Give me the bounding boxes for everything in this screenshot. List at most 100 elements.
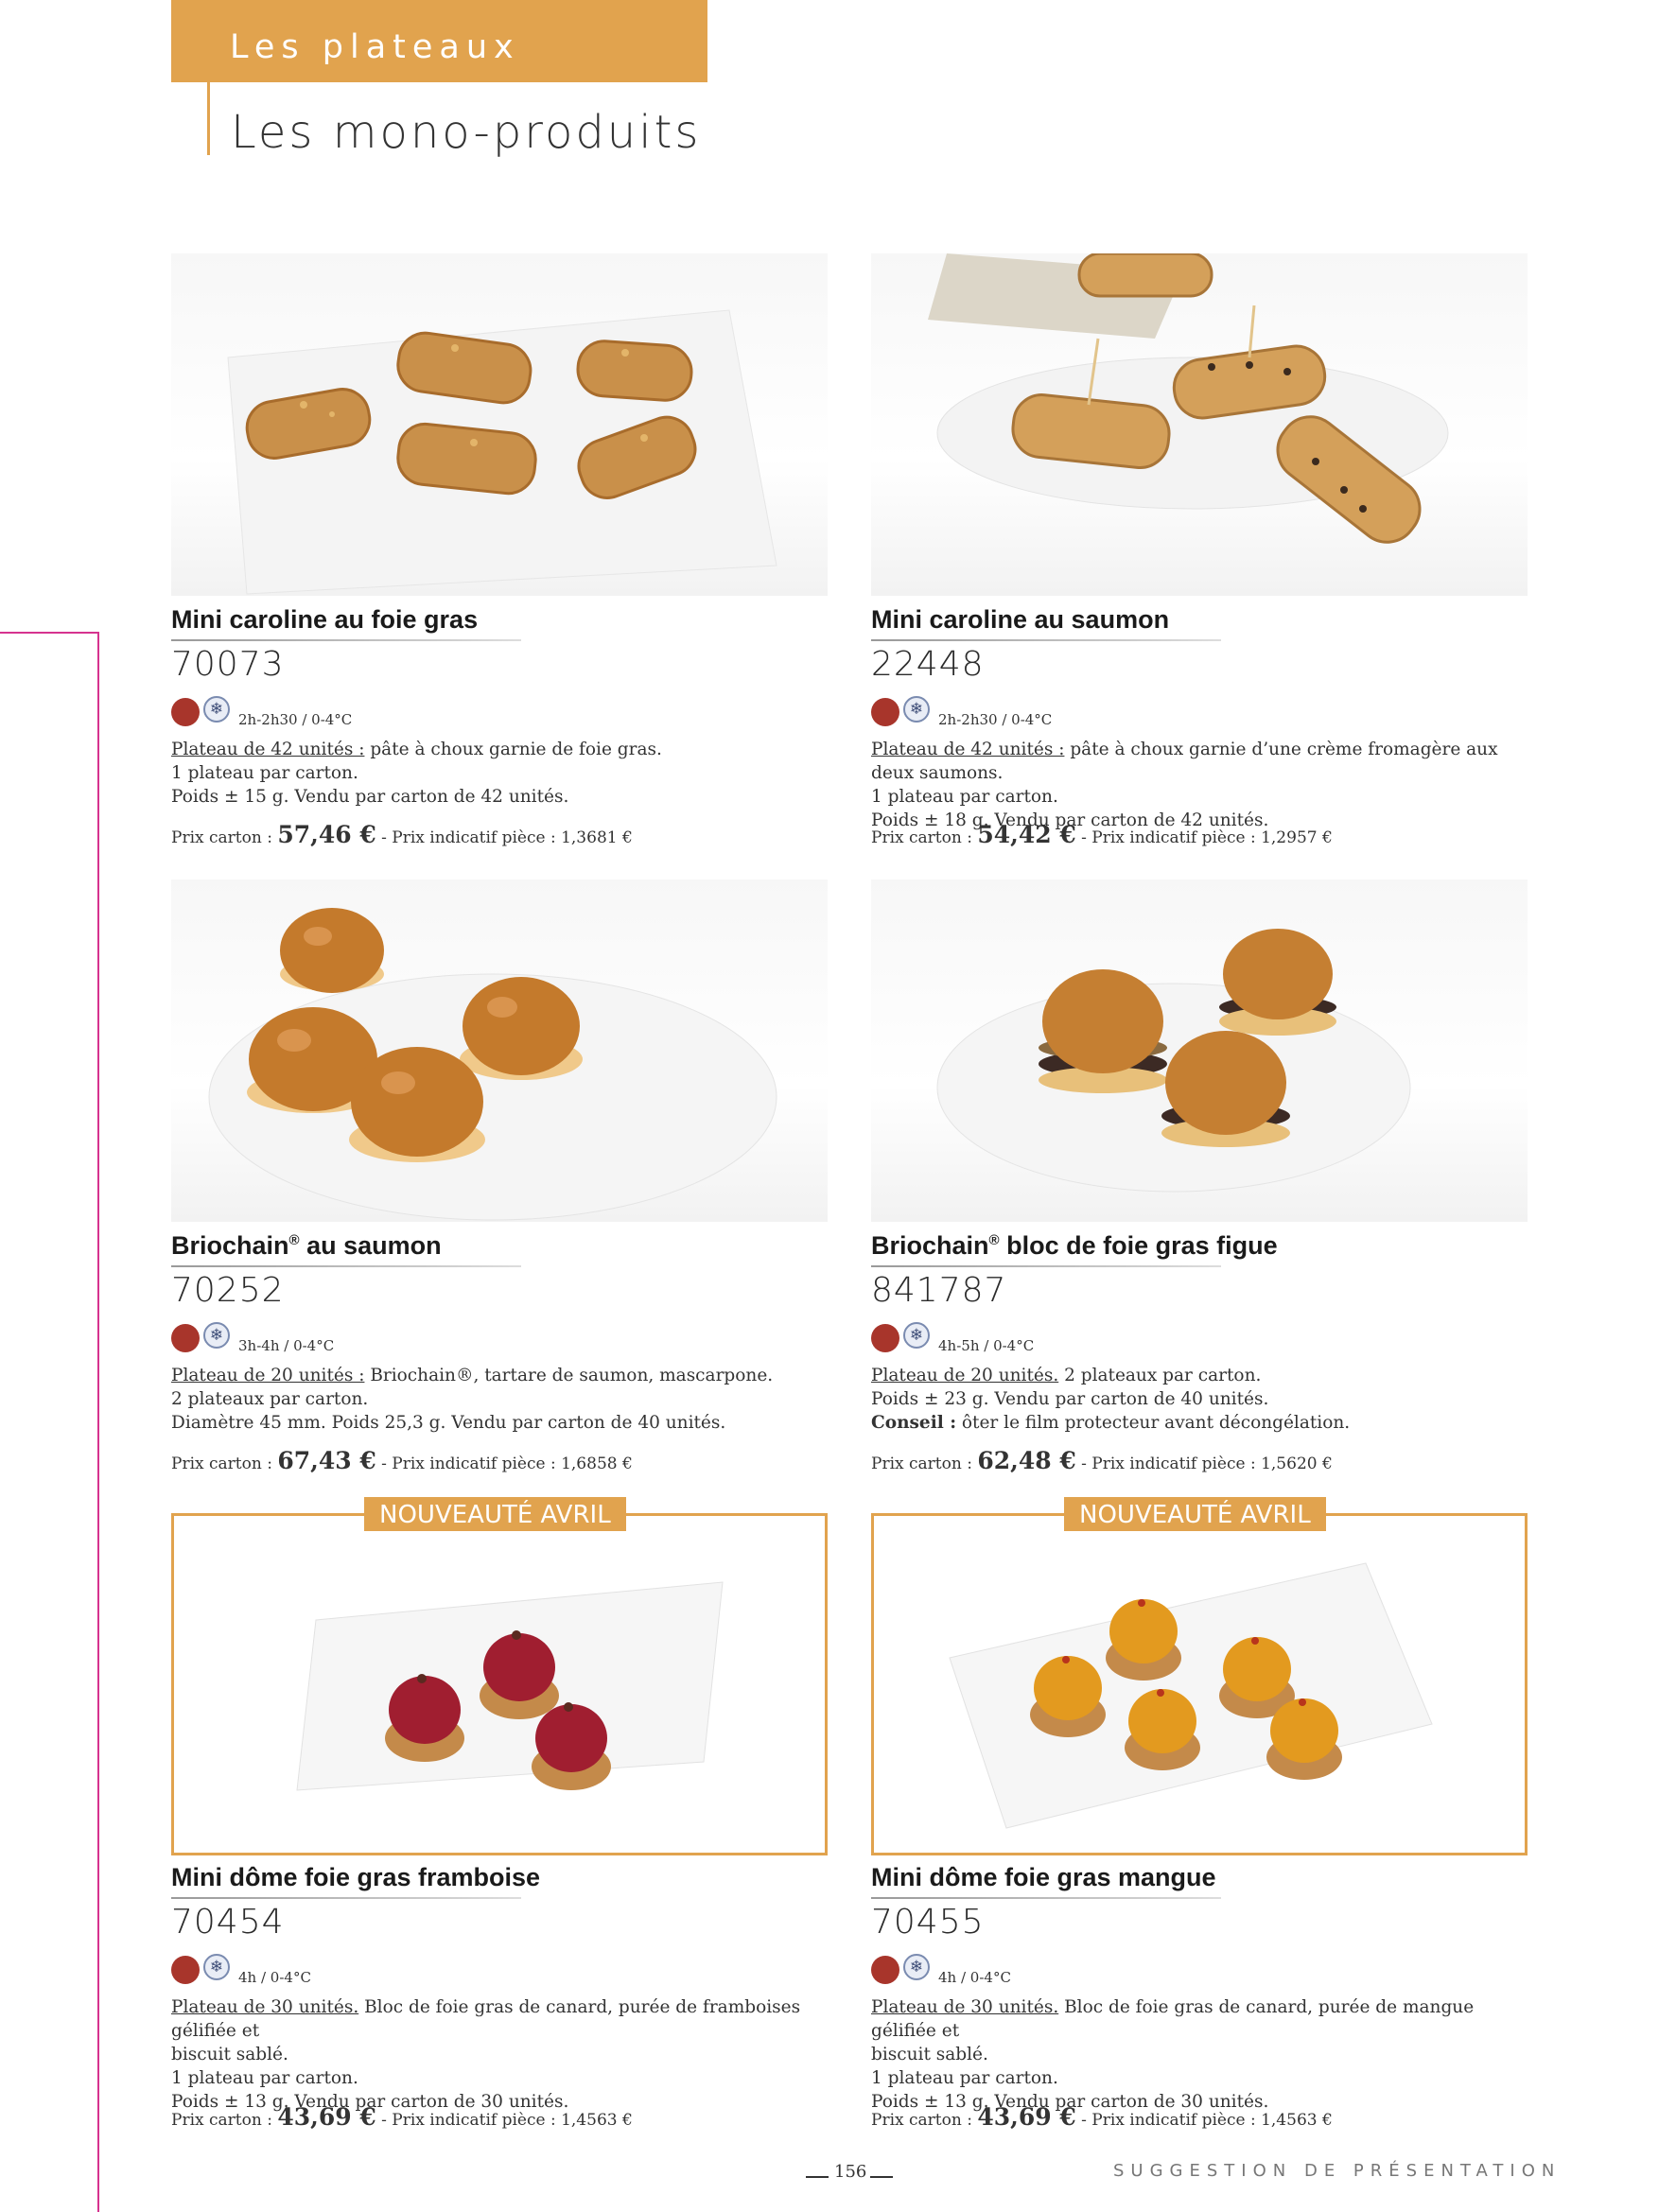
title-accent-bar — [207, 82, 210, 155]
product-description: Plateau de 30 unités. Bloc de foie gras … — [871, 1995, 1533, 2114]
new-product-frame — [871, 1513, 1528, 1855]
desc-line: Poids ± 23 g. Vendu par carton de 40 uni… — [871, 1389, 1269, 1409]
new-product-frame — [171, 1513, 828, 1855]
price-line: Prix carton : 67,43 € - Prix indicatif p… — [171, 1447, 633, 1474]
thaw-time: 2h-2h30 / 0-4°C — [938, 711, 1053, 728]
thaw-time: 4h / 0-4°C — [938, 1969, 1011, 1986]
plateau-label: Plateau de 42 unités : — [171, 740, 365, 759]
fresh-dot-icon — [171, 698, 200, 726]
price-line: Prix carton : 57,46 € - Prix indicatif p… — [171, 821, 633, 848]
product-description: Plateau de 30 unités. Bloc de foie gras … — [171, 1995, 833, 2114]
unit-price: - Prix indicatif pièce : 1,4563 € — [1075, 2111, 1333, 2130]
desc-line: Poids ± 15 g. Vendu par carton de 42 uni… — [171, 787, 569, 807]
name-divider — [171, 1265, 521, 1267]
name-divider — [171, 1897, 521, 1899]
product-photo-briochain-foie-gras-figue — [871, 880, 1528, 1222]
fresh-dot-icon — [871, 1324, 899, 1352]
price-label: Prix carton : — [871, 1454, 978, 1473]
composition: pâte à choux garnie de foie gras. — [364, 740, 662, 759]
snowflake-icon: ❄ — [903, 696, 930, 723]
product-code: 70454 — [171, 1903, 285, 1942]
presentation-note: SUGGESTION DE PRÉSENTATION — [1113, 2161, 1562, 2181]
desc-line: 1 plateau par carton. — [171, 763, 358, 783]
product-name: Mini dôme foie gras framboise — [171, 1863, 541, 1891]
product-name: Mini caroline au foie gras — [171, 605, 479, 634]
snowflake-icon: ❄ — [903, 1954, 930, 1980]
advice-label: Conseil : — [871, 1413, 957, 1433]
price-line: Prix carton : 43,69 € - Prix indicatif p… — [871, 2103, 1333, 2131]
product-code: 70455 — [871, 1903, 985, 1942]
name-divider — [871, 1265, 1221, 1267]
product-description: Plateau de 20 unités : Briochain®, tarta… — [171, 1364, 833, 1435]
price-value: 43,69 € — [277, 2103, 376, 2131]
product-name: Briochain® bloc de foie gras figue — [871, 1231, 1278, 1260]
product-description: Plateau de 42 unités : pâte à choux garn… — [871, 738, 1533, 832]
product-name: Briochain® au saumon — [171, 1231, 442, 1260]
unit-price: - Prix indicatif pièce : 1,2957 € — [1075, 828, 1333, 847]
plateau-label: Plateau de 20 unités. — [871, 1366, 1059, 1385]
snowflake-icon: ❄ — [203, 1322, 230, 1349]
composition: 2 plateaux par carton. — [1058, 1366, 1262, 1385]
price-label: Prix carton : — [871, 828, 978, 847]
plateau-label: Plateau de 30 unités. — [871, 1997, 1059, 2017]
section-header: Les plateaux — [171, 0, 707, 82]
page-margin-rule-top — [0, 632, 99, 634]
product-description: Plateau de 42 unités : pâte à choux garn… — [171, 738, 833, 809]
price-label: Prix carton : — [871, 2111, 978, 2130]
plateau-label: Plateau de 20 unités : — [171, 1366, 365, 1385]
page-number: 156 — [834, 2162, 867, 2182]
product-photo-caroline-saumon — [871, 253, 1528, 596]
price-value: 62,48 € — [977, 1447, 1076, 1474]
price-value: 67,43 € — [277, 1447, 376, 1474]
unit-price: - Prix indicatif pièce : 1,5620 € — [1075, 1454, 1333, 1473]
price-label: Prix carton : — [171, 1454, 278, 1473]
new-badge: NOUVEAUTÉ AVRIL — [364, 1497, 626, 1531]
advice-text: ôter le film protecteur avant décongélat… — [956, 1413, 1351, 1433]
page-margin-rule — [97, 632, 99, 2212]
price-value: 43,69 € — [977, 2103, 1076, 2131]
fresh-dot-icon — [871, 1956, 899, 1984]
fresh-dot-icon — [871, 698, 899, 726]
desc-line: biscuit sablé. — [171, 2045, 288, 2064]
thaw-time: 4h / 0-4°C — [238, 1969, 311, 1986]
product-code: 841787 — [871, 1271, 1007, 1310]
name-divider — [871, 639, 1221, 641]
desc-line: 1 plateau par carton. — [171, 2068, 358, 2088]
section-title: Les plateaux — [230, 28, 520, 66]
name-divider — [171, 639, 521, 641]
plateau-label: Plateau de 30 unités. — [171, 1997, 359, 2017]
price-label: Prix carton : — [171, 2111, 278, 2130]
page-title: Les mono-produits — [231, 106, 702, 159]
fresh-dot-icon — [171, 1956, 200, 1984]
product-code: 22448 — [871, 645, 985, 684]
fresh-dot-icon — [171, 1324, 200, 1352]
thaw-time: 4h-5h / 0-4°C — [938, 1337, 1035, 1354]
snowflake-icon: ❄ — [203, 696, 230, 723]
price-line: Prix carton : 43,69 € - Prix indicatif p… — [171, 2103, 633, 2131]
desc-line: 1 plateau par carton. — [871, 2068, 1058, 2088]
new-badge: NOUVEAUTÉ AVRIL — [1064, 1497, 1326, 1531]
footer-rule-right — [870, 2176, 893, 2178]
product-code: 70073 — [171, 645, 285, 684]
desc-line: biscuit sablé. — [871, 2045, 988, 2064]
footer-rule-left — [806, 2176, 829, 2178]
composition: Briochain®, tartare de saumon, mascarpon… — [364, 1366, 774, 1385]
product-code: 70252 — [171, 1271, 285, 1310]
price-line: Prix carton : 54,42 € - Prix indicatif p… — [871, 821, 1333, 848]
product-name: Mini caroline au saumon — [871, 605, 1170, 634]
desc-line: Diamètre 45 mm. Poids 25,3 g. Vendu par … — [171, 1413, 726, 1433]
snowflake-icon: ❄ — [203, 1954, 230, 1980]
price-line: Prix carton : 62,48 € - Prix indicatif p… — [871, 1447, 1333, 1474]
price-label: Prix carton : — [171, 828, 278, 847]
desc-line: 2 plateaux par carton. — [171, 1389, 369, 1409]
product-description: Plateau de 20 unités. 2 plateaux par car… — [871, 1364, 1533, 1435]
thaw-time: 3h-4h / 0-4°C — [238, 1337, 335, 1354]
product-photo-caroline-foie-gras — [171, 253, 828, 596]
product-name: Mini dôme foie gras mangue — [871, 1863, 1216, 1891]
unit-price: - Prix indicatif pièce : 1,4563 € — [375, 2111, 633, 2130]
unit-price: - Prix indicatif pièce : 1,3681 € — [375, 828, 633, 847]
price-value: 57,46 € — [277, 821, 376, 848]
snowflake-icon: ❄ — [903, 1322, 930, 1349]
unit-price: - Prix indicatif pièce : 1,6858 € — [375, 1454, 633, 1473]
plateau-label: Plateau de 42 unités : — [871, 740, 1065, 759]
